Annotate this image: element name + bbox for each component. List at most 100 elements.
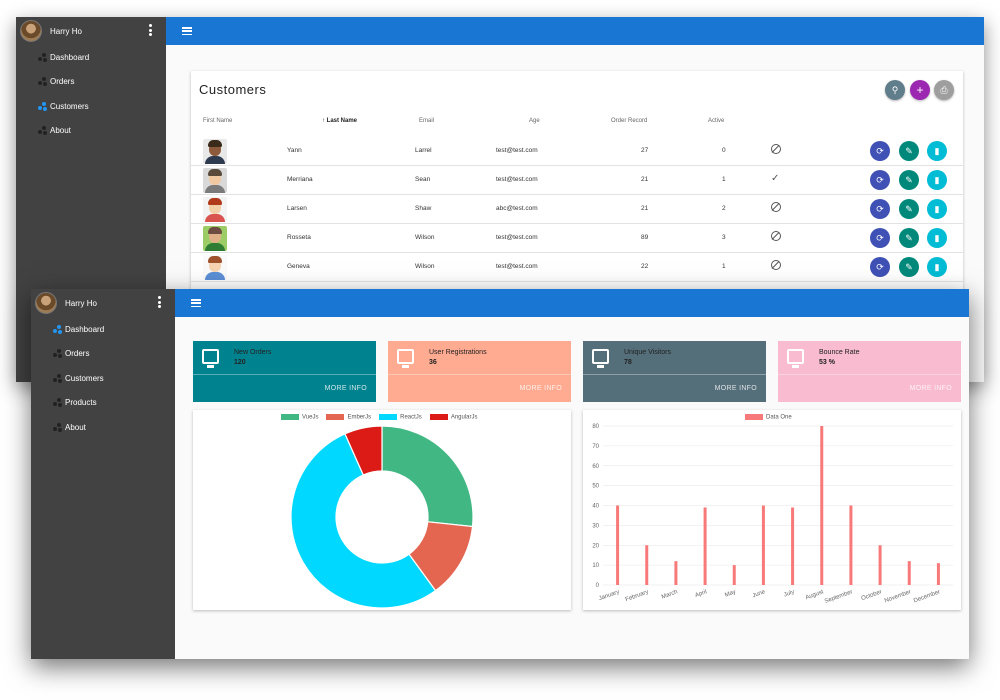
- bar[interactable]: [616, 505, 620, 586]
- cell-first-name: Rosseta: [287, 234, 311, 241]
- bar[interactable]: [645, 545, 649, 585]
- legend-item[interactable]: Data One: [745, 414, 792, 421]
- monitor-icon: [202, 349, 219, 368]
- delete-button[interactable]: ▮: [927, 228, 947, 248]
- bar[interactable]: [849, 505, 853, 586]
- bar[interactable]: [674, 561, 678, 585]
- sidebar-item-customers[interactable]: Customers: [31, 366, 175, 391]
- bar[interactable]: [732, 565, 736, 585]
- sidebar-user: Harry Ho: [16, 17, 166, 45]
- column-header-first-name[interactable]: First Name: [203, 118, 232, 124]
- more-info-link[interactable]: MORE INFO: [715, 385, 757, 392]
- chart-legend: VueJs EmberJs ReactJs AngularJs: [281, 414, 478, 421]
- delete-button[interactable]: ▮: [927, 199, 947, 219]
- add-button[interactable]: +: [910, 80, 930, 100]
- refresh-icon: ⟳: [876, 203, 884, 214]
- more-info-link[interactable]: MORE INFO: [520, 385, 562, 392]
- delete-icon: ▮: [934, 261, 940, 272]
- cell-order-record: 1: [722, 176, 726, 183]
- x-tick-label: April: [694, 589, 707, 599]
- sidebar-item-about[interactable]: About: [31, 415, 175, 440]
- column-header-active[interactable]: Active: [708, 118, 724, 124]
- doughnut-chart: [290, 425, 474, 609]
- more-vert-icon[interactable]: [149, 24, 152, 36]
- divider: [778, 374, 961, 375]
- refresh-button[interactable]: ⟳: [870, 257, 890, 277]
- edit-icon: ✎: [905, 145, 913, 156]
- more-info-link[interactable]: MORE INFO: [910, 385, 952, 392]
- legend-label: AngularJs: [450, 414, 478, 421]
- refresh-icon: ⟳: [876, 145, 884, 156]
- column-header-age[interactable]: Age: [529, 118, 540, 124]
- block-icon: [771, 231, 781, 244]
- y-tick-label: 40: [592, 504, 599, 510]
- bar[interactable]: [791, 507, 795, 585]
- cell-last-name: Wilson: [415, 234, 435, 241]
- add-icon: +: [916, 83, 924, 97]
- y-tick-label: 70: [592, 444, 599, 450]
- search-button[interactable]: ⚲: [885, 80, 905, 100]
- y-tick-label: 30: [592, 523, 599, 529]
- sidebar-item-about[interactable]: About: [16, 119, 166, 144]
- refresh-button[interactable]: ⟳: [870, 141, 890, 161]
- sidebar-item-products[interactable]: Products: [31, 391, 175, 416]
- sidebar-item-orders[interactable]: Orders: [31, 342, 175, 367]
- cell-order-record: 0: [722, 147, 726, 154]
- delete-button[interactable]: ▮: [927, 257, 947, 277]
- refresh-button[interactable]: ⟳: [870, 228, 890, 248]
- edit-button[interactable]: ✎: [899, 257, 919, 277]
- x-tick-label: December: [913, 589, 941, 604]
- print-icon: ⎙: [940, 84, 948, 95]
- more-info-link[interactable]: MORE INFO: [325, 385, 367, 392]
- column-header-last-name[interactable]: ↑ Last Name: [322, 118, 357, 124]
- more-vert-icon[interactable]: [158, 296, 161, 308]
- bar[interactable]: [878, 545, 882, 585]
- edit-icon: ✎: [905, 232, 913, 243]
- nav-icon: [38, 101, 47, 111]
- chart-legend: Data One: [745, 414, 792, 421]
- table-row[interactable]: Rosseta Wilson test@test.com 89 3 ⟳ ✎ ▮: [191, 224, 963, 253]
- menu-icon[interactable]: [191, 299, 201, 307]
- doughnut-slice[interactable]: [381, 425, 474, 528]
- x-tick-label: March: [661, 589, 679, 600]
- table-row[interactable]: Larsen Shaw abc@test.com 21 2 ⟳ ✎ ▮: [191, 195, 963, 224]
- divider: [583, 374, 766, 375]
- edit-button[interactable]: ✎: [899, 228, 919, 248]
- sidebar-item-label: About: [50, 126, 71, 136]
- refresh-button[interactable]: ⟳: [870, 170, 890, 190]
- print-button[interactable]: ⎙: [934, 80, 954, 100]
- legend-item[interactable]: EmberJs: [326, 414, 371, 421]
- column-header-order-record[interactable]: Order Record: [611, 118, 647, 124]
- sidebar-item-customers[interactable]: Customers: [16, 94, 166, 119]
- menu-icon[interactable]: [182, 27, 192, 35]
- stat-card-unique-visitors: Unique Visitors 78 MORE INFO: [583, 341, 766, 402]
- bar[interactable]: [761, 505, 765, 586]
- edit-button[interactable]: ✎: [899, 141, 919, 161]
- bar[interactable]: [820, 426, 824, 585]
- edit-button[interactable]: ✎: [899, 170, 919, 190]
- cell-last-name: Wilson: [415, 263, 435, 270]
- legend-item[interactable]: VueJs: [281, 414, 318, 421]
- sidebar-item-dashboard[interactable]: Dashboard: [16, 45, 166, 70]
- bar[interactable]: [936, 563, 940, 585]
- delete-button[interactable]: ▮: [927, 141, 947, 161]
- delete-button[interactable]: ▮: [927, 170, 947, 190]
- legend-item[interactable]: AngularJs: [429, 414, 478, 421]
- table-row[interactable]: Yann Larrel test@test.com 27 0 ⟳ ✎ ▮: [191, 137, 963, 166]
- table-row[interactable]: Merriana Sean test@test.com 21 1 ✓ ⟳ ✎ ▮: [191, 166, 963, 195]
- legend-item[interactable]: ReactJs: [379, 414, 422, 421]
- stat-value: 53 %: [819, 359, 835, 366]
- refresh-button[interactable]: ⟳: [870, 199, 890, 219]
- sidebar-item-orders[interactable]: Orders: [16, 70, 166, 95]
- edit-button[interactable]: ✎: [899, 199, 919, 219]
- refresh-icon: ⟳: [876, 261, 884, 272]
- sidebar-item-dashboard[interactable]: Dashboard: [31, 317, 175, 342]
- nav-icon: [53, 349, 62, 359]
- table-row[interactable]: Geneva Wilson test@test.com 22 1 ⟳ ✎ ▮: [191, 253, 963, 282]
- cell-first-name: Merriana: [287, 176, 313, 183]
- bar[interactable]: [907, 561, 911, 585]
- column-header-email[interactable]: Email: [419, 118, 434, 124]
- nav-icon: [38, 126, 47, 136]
- check-icon: ✓: [771, 173, 780, 184]
- bar[interactable]: [703, 507, 707, 585]
